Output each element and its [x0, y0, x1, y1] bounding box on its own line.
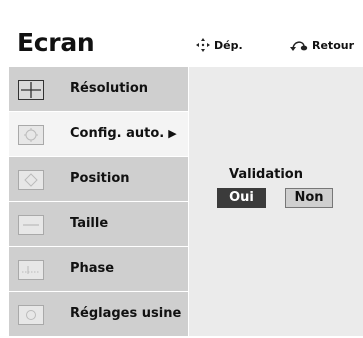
menu-item-position[interactable]: Position — [9, 157, 188, 201]
four-way-arrows-icon — [196, 38, 210, 52]
menu-item-label: Taille — [70, 216, 109, 231]
return-arrow-icon — [290, 38, 308, 52]
menu-item-factory-reset[interactable]: Réglages usine — [9, 292, 188, 336]
menu-item-label: Résolution — [70, 81, 149, 96]
menu-item-phase[interactable]: Phase — [9, 247, 188, 291]
menu-item-label: Config. auto. ▶ — [70, 126, 177, 141]
phase-icon — [18, 260, 44, 280]
menu-item-label: Réglages usine — [70, 306, 182, 321]
move-hint-label: Dép. — [214, 38, 243, 52]
move-hint: Dép. — [196, 38, 243, 52]
yes-button[interactable]: Oui — [217, 188, 266, 208]
no-button[interactable]: Non — [285, 188, 333, 208]
validation-label: Validation — [229, 167, 303, 182]
osd-screen: Ecran Dép. Retour Résolution Config. aut… — [0, 0, 363, 338]
factory-reset-icon — [18, 305, 44, 325]
osd-menu: Résolution Config. auto. ▶ Position Tail… — [9, 67, 189, 336]
menu-item-label: Phase — [70, 261, 115, 276]
auto-config-icon — [18, 125, 44, 145]
page-title: Ecran — [17, 28, 95, 57]
size-icon — [18, 215, 44, 235]
menu-item-resolution[interactable]: Résolution — [9, 67, 188, 111]
menu-item-label: Position — [70, 171, 130, 186]
menu-item-size[interactable]: Taille — [9, 202, 188, 246]
submenu-arrow-icon: ▶ — [168, 127, 177, 140]
content-panel — [189, 67, 363, 336]
back-hint-label: Retour — [312, 38, 355, 52]
back-hint: Retour — [290, 38, 354, 52]
position-icon — [18, 170, 44, 190]
menu-item-auto-config[interactable]: Config. auto. ▶ — [9, 112, 188, 156]
resolution-icon — [18, 80, 44, 100]
